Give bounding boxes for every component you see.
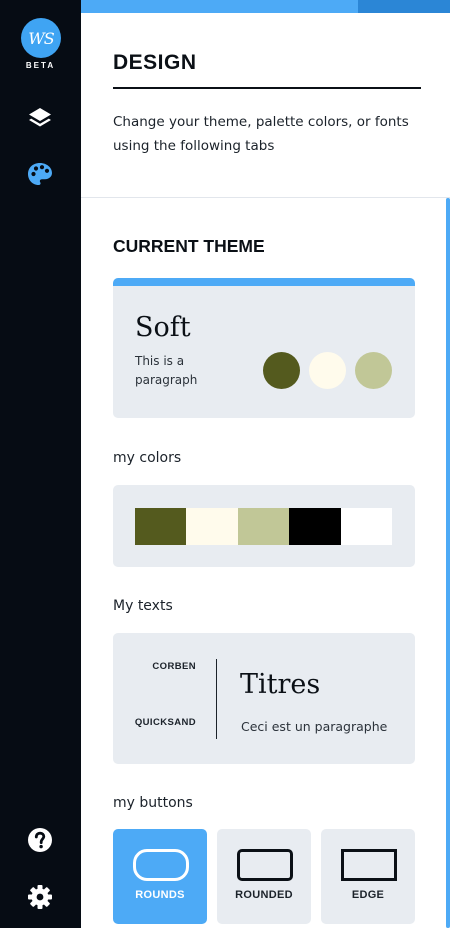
button-style-rounds[interactable]: ROUNDS (113, 829, 207, 924)
top-progress-fill (81, 0, 358, 13)
scrollbar-thumb[interactable] (446, 198, 450, 928)
page-title: DESIGN (113, 51, 421, 89)
my-colors-card[interactable] (113, 485, 415, 567)
help-icon (28, 828, 52, 852)
palette-color (237, 508, 290, 545)
theme-paragraph-sample: This is a paragraph (135, 354, 198, 387)
palette-color (340, 508, 392, 545)
current-theme-card[interactable]: Soft This is a paragraph (113, 278, 415, 418)
sidebar-item-help[interactable] (26, 826, 54, 854)
title-font-name: CORBEN (152, 661, 196, 672)
button-style-options: ROUNDS ROUNDED EDGE (113, 829, 415, 924)
palette-color (186, 508, 238, 545)
rounded-shape-icon (237, 849, 293, 881)
button-style-label: ROUNDED (235, 889, 293, 901)
theme-color-swatch (263, 352, 300, 389)
current-theme-heading: CURRENT THEME (113, 236, 265, 256)
my-buttons-label: my buttons (113, 795, 193, 811)
button-style-label: ROUNDS (135, 889, 185, 901)
font-divider (216, 659, 217, 739)
button-style-rounded[interactable]: ROUNDED (217, 829, 311, 924)
title-font-sample: Titres (240, 669, 321, 700)
theme-color-swatch (309, 352, 346, 389)
sidebar-item-layers[interactable] (26, 104, 54, 132)
theme-name: Soft (135, 312, 191, 343)
palette-color (135, 508, 187, 545)
palette-icon (28, 163, 52, 185)
sidebar-item-settings[interactable] (26, 883, 54, 911)
button-style-label: EDGE (351, 889, 385, 901)
rounds-shape-icon (133, 849, 189, 881)
palette-color (289, 508, 341, 545)
top-progress-bar (81, 0, 450, 13)
design-panel: CURRENT THEME Soft This is a paragraph m… (81, 198, 450, 928)
scrollbar[interactable] (446, 198, 450, 928)
paragraph-font-sample: Ceci est un paragraphe (241, 719, 388, 734)
theme-color-swatch (355, 352, 392, 389)
my-texts-card[interactable]: CORBEN QUICKSAND Titres Ceci est un para… (113, 633, 415, 764)
edge-shape-icon (341, 849, 397, 881)
page-description: Change your theme, palette colors, or fo… (113, 114, 409, 154)
app: WS BETA DESIGN Change your theme, palett… (0, 0, 450, 928)
logo[interactable]: WS (21, 18, 61, 58)
gear-icon (28, 885, 52, 909)
my-texts-label: My texts (113, 598, 173, 614)
beta-label: BETA (25, 61, 56, 70)
sidebar: WS BETA (0, 0, 81, 928)
color-palette-strip (135, 508, 392, 545)
sidebar-item-design[interactable] (26, 160, 54, 188)
my-colors-label: my colors (113, 450, 182, 466)
button-style-edge[interactable]: EDGE (321, 829, 415, 924)
layers-icon (29, 108, 51, 127)
panel-header: DESIGN Change your theme, palette colors… (81, 13, 450, 198)
body-font-name: QUICKSAND (134, 717, 196, 728)
